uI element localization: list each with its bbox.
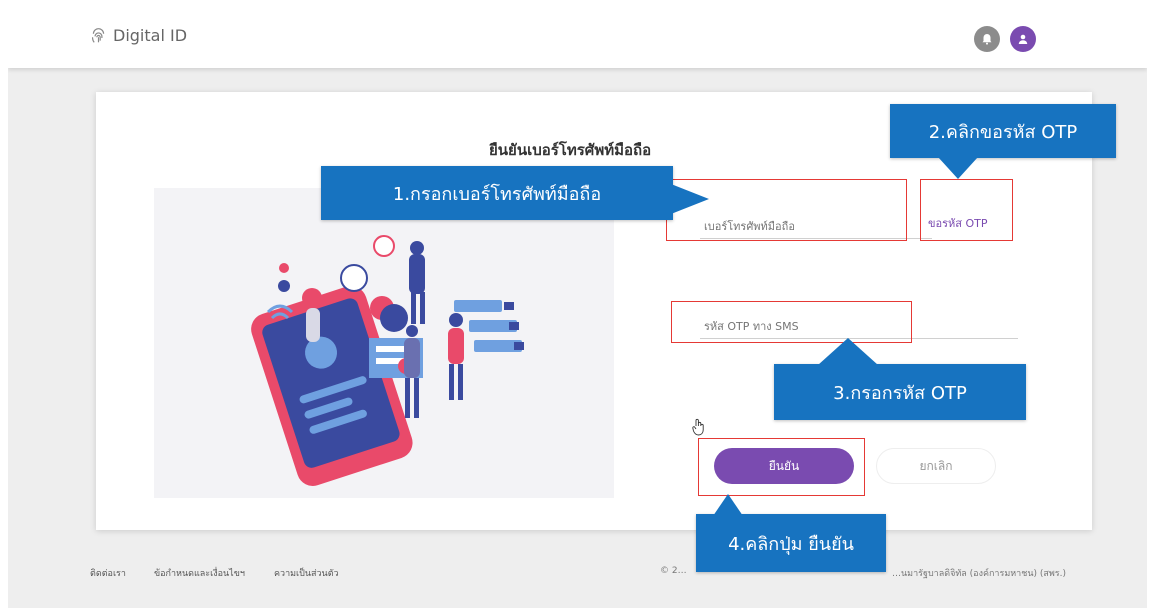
user-icon [1018,34,1028,44]
cancel-button[interactable]: ยกเลิก [876,448,996,484]
user-menu-button[interactable] [1010,26,1036,52]
hand-cursor-icon [692,418,704,436]
confirm-button-highlight [698,438,865,496]
step4-arrow-icon [713,494,743,516]
step1-callout: 1.กรอกเบอร์โทรศัพท์มือถือ [321,166,673,220]
illustration-image [251,235,524,486]
app-title: Digital ID [113,26,188,45]
step1-arrow-icon [671,184,709,214]
notification-button[interactable] [974,26,1000,52]
step4-callout: 4.คลิกปุ่ม ยืนยัน [696,514,886,572]
browser-viewport: Digital ID ยืนยันเบอร์โทรศัพท์มือถือ เบอ… [8,8,1147,608]
agency-text: …นมารัฐบาลดิจิทัล (องค์การมหาชน) (สพร.) [892,569,1067,579]
footer: ติดต่อเรา ข้อกำหนดและเงื่อนไขฯ ความเป็นส… [8,556,1147,586]
step3-arrow-icon [818,338,878,365]
request-otp-highlight [920,179,1013,241]
fingerprint-icon [91,28,105,43]
page-title: ยืนยันเบอร์โทรศัพท์มือถือ [489,141,652,159]
footer-contact-link[interactable]: ติดต่อเรา [90,566,126,580]
step2-callout: 2.คลิกขอรหัส OTP [890,104,1116,158]
step3-callout: 3.กรอกรหัส OTP [774,364,1026,420]
footer-terms-link[interactable]: ข้อกำหนดและเงื่อนไขฯ [154,566,245,580]
bell-icon [982,34,992,45]
top-bar: Digital ID [8,8,1147,68]
app-logo[interactable]: Digital ID [90,26,187,45]
step2-arrow-icon [938,157,978,179]
footer-privacy-link[interactable]: ความเป็นส่วนตัว [274,566,339,580]
copyright-text: © 2… [660,566,687,576]
otp-input-highlight [671,301,912,343]
illustration [154,188,614,498]
